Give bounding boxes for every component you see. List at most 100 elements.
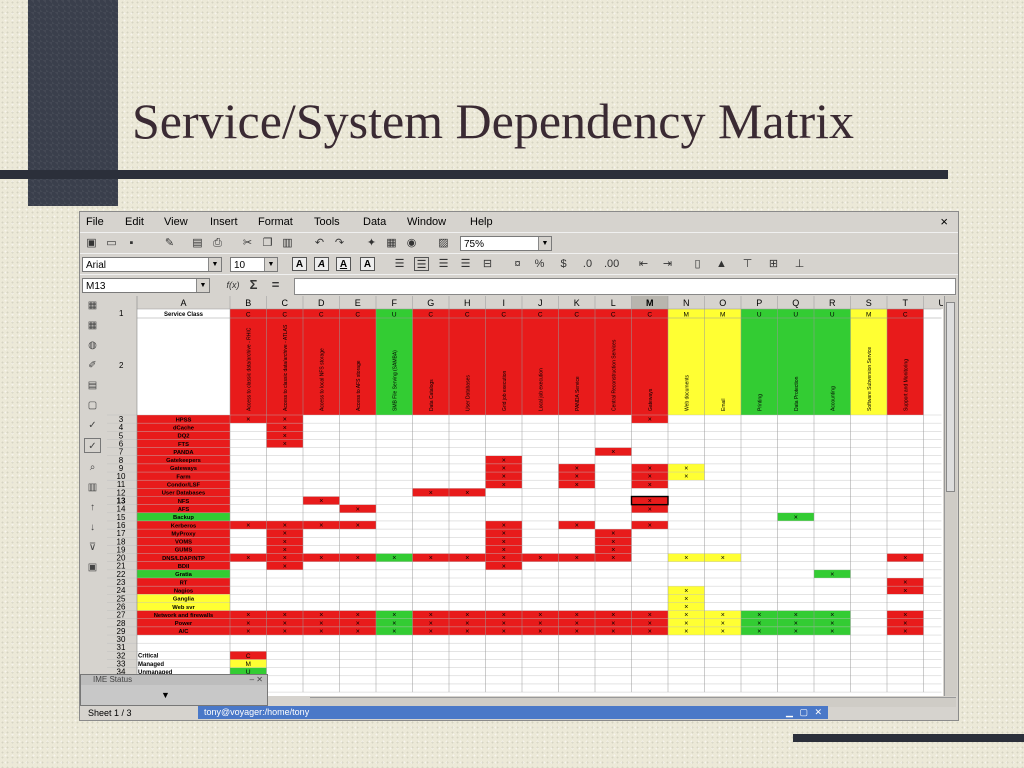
sheet-grid[interactable]: ABCDEFGHIJKLMNOPQRSTUCAccess to classic …: [107, 296, 943, 696]
close-doc-button[interactable]: ×: [940, 214, 948, 229]
dependency-mark: ×: [757, 612, 761, 619]
control-icon[interactable]: ▢: [84, 398, 101, 413]
ime-window-controls[interactable]: ‒ ✕: [250, 675, 263, 685]
align-middle-icon[interactable]: ⊞: [766, 257, 781, 271]
service-name-label: Support and Monitoring: [903, 359, 909, 411]
service-class-code: C: [611, 312, 616, 319]
sort-ascending-icon[interactable]: ↑: [84, 500, 101, 515]
bold-icon[interactable]: A: [292, 257, 307, 271]
formula-bar: M13 ▼ f(x) Σ =: [80, 274, 958, 297]
gallery-icon[interactable]: ◉: [404, 236, 419, 250]
datasource-icon[interactable]: ▥: [84, 480, 101, 495]
service-name-label: PANDA Service: [575, 376, 581, 411]
redo-icon[interactable]: ↷: [332, 236, 347, 250]
align-bottom-icon[interactable]: ⊥: [792, 257, 807, 271]
chart-icon[interactable]: ▨: [436, 236, 451, 250]
sort-descending-icon[interactable]: ↓: [84, 520, 101, 535]
zoom-select[interactable]: 75% ▼: [460, 236, 552, 251]
open-folder-icon[interactable]: ▭: [104, 236, 119, 250]
service-class-code: C: [647, 312, 652, 319]
service-class-code: C: [465, 312, 470, 319]
menu-tools[interactable]: Tools: [314, 216, 340, 228]
italic-icon[interactable]: A: [314, 257, 329, 271]
menu-window[interactable]: Window: [407, 216, 446, 228]
menu-format[interactable]: Format: [258, 216, 293, 228]
ime-dropdown-icon[interactable]: ▼: [161, 690, 170, 700]
dependency-mark: ×: [611, 629, 615, 636]
menu-insert[interactable]: Insert: [210, 216, 238, 228]
background-color-icon[interactable]: ▲: [714, 257, 729, 271]
insert-chart-icon[interactable]: ▣: [84, 560, 101, 575]
menu-view[interactable]: View: [164, 216, 188, 228]
font-size-select[interactable]: 10 ▼: [230, 257, 278, 272]
currency-icon[interactable]: ¤: [510, 257, 525, 271]
function-wizard-icon[interactable]: f(x): [222, 278, 244, 292]
dependency-mark: ×: [611, 531, 615, 538]
print-icon[interactable]: ⎙: [210, 236, 225, 250]
percent-icon[interactable]: %: [532, 257, 547, 271]
borders-icon[interactable]: ▯: [690, 257, 705, 271]
sum-icon[interactable]: Σ: [246, 278, 261, 292]
align-center-icon[interactable]: ☰: [414, 257, 429, 271]
name-box[interactable]: M13 ▼: [82, 278, 210, 293]
show-draw-icon[interactable]: ✐: [84, 358, 101, 373]
service-class-code: U: [830, 312, 835, 319]
dependency-mark: ×: [684, 620, 688, 627]
insert-object-icon[interactable]: ◍: [84, 338, 101, 353]
equals-icon[interactable]: =: [268, 278, 283, 292]
align-right-icon[interactable]: ☰: [436, 257, 451, 271]
merge-cells-icon[interactable]: ⊟: [480, 257, 495, 271]
chevron-down-icon: ▼: [264, 258, 277, 271]
undo-icon[interactable]: ↶: [312, 236, 327, 250]
align-left-icon[interactable]: ☰: [392, 257, 407, 271]
system-name: HPSS: [176, 417, 192, 423]
vertical-scrollbar[interactable]: [944, 296, 957, 696]
underline-icon[interactable]: A: [336, 257, 351, 271]
insert-icon[interactable]: ▦: [84, 298, 101, 313]
justify-icon[interactable]: ☰: [458, 257, 473, 271]
column-header-c: C: [282, 298, 289, 308]
table-icon[interactable]: ▦: [384, 236, 399, 250]
menu-data[interactable]: Data: [363, 216, 386, 228]
export-pdf-icon[interactable]: ▤: [190, 236, 205, 250]
navigator-icon[interactable]: ✦: [364, 236, 379, 250]
decrease-indent-icon[interactable]: ⇤: [636, 257, 651, 271]
cut-icon[interactable]: ✂: [240, 236, 255, 250]
dependency-mark: ×: [283, 539, 287, 546]
paste-icon[interactable]: ▥: [280, 236, 295, 250]
copy-icon[interactable]: ❐: [260, 236, 275, 250]
dependency-mark: ×: [502, 612, 506, 619]
new-icon[interactable]: ▣: [84, 236, 99, 250]
save-icon[interactable]: ▪: [124, 236, 139, 250]
menu-file[interactable]: File: [86, 216, 104, 228]
insert-cells-icon[interactable]: ▦: [84, 318, 101, 333]
find-icon[interactable]: ⌕: [84, 460, 101, 475]
formula-input[interactable]: [294, 278, 956, 295]
vertical-scroll-thumb[interactable]: [946, 302, 955, 492]
dependency-mark: ×: [648, 482, 652, 489]
add-decimal-icon[interactable]: .0: [580, 257, 595, 271]
dependency-mark: ×: [319, 629, 323, 636]
number-format-icon[interactable]: $: [556, 257, 571, 271]
delete-decimal-icon[interactable]: .00: [604, 257, 619, 271]
service-name-label: Local job execution: [538, 368, 544, 411]
dependency-mark: ×: [648, 629, 652, 636]
terminal-taskbar-button[interactable]: tony@voyager:/home/tony ▁ ▢ ✕: [198, 706, 828, 719]
service-class-code: U: [392, 312, 397, 319]
column-header-t: T: [903, 298, 909, 308]
terminal-window-controls[interactable]: ▁ ▢ ✕: [786, 706, 824, 719]
menu-edit[interactable]: Edit: [125, 216, 144, 228]
autospellcheck-icon[interactable]: ✓: [84, 438, 101, 453]
edit-file-icon[interactable]: ✎: [162, 236, 177, 250]
font-name-select[interactable]: Arial ▼: [82, 257, 222, 272]
font-color-icon[interactable]: A: [360, 257, 375, 271]
system-name: User Databases: [162, 491, 206, 497]
menu-help[interactable]: Help: [470, 216, 493, 228]
text-box-icon[interactable]: ▤: [84, 378, 101, 393]
legend-label: Managed: [138, 662, 164, 668]
increase-indent-icon[interactable]: ⇥: [660, 257, 675, 271]
ime-status-window[interactable]: IME Status ‒ ✕ ▼: [80, 674, 268, 706]
autofilter-icon[interactable]: ⊽: [84, 540, 101, 555]
align-top-icon[interactable]: ⊤: [740, 257, 755, 271]
spellcheck-icon[interactable]: ✓: [84, 418, 101, 433]
